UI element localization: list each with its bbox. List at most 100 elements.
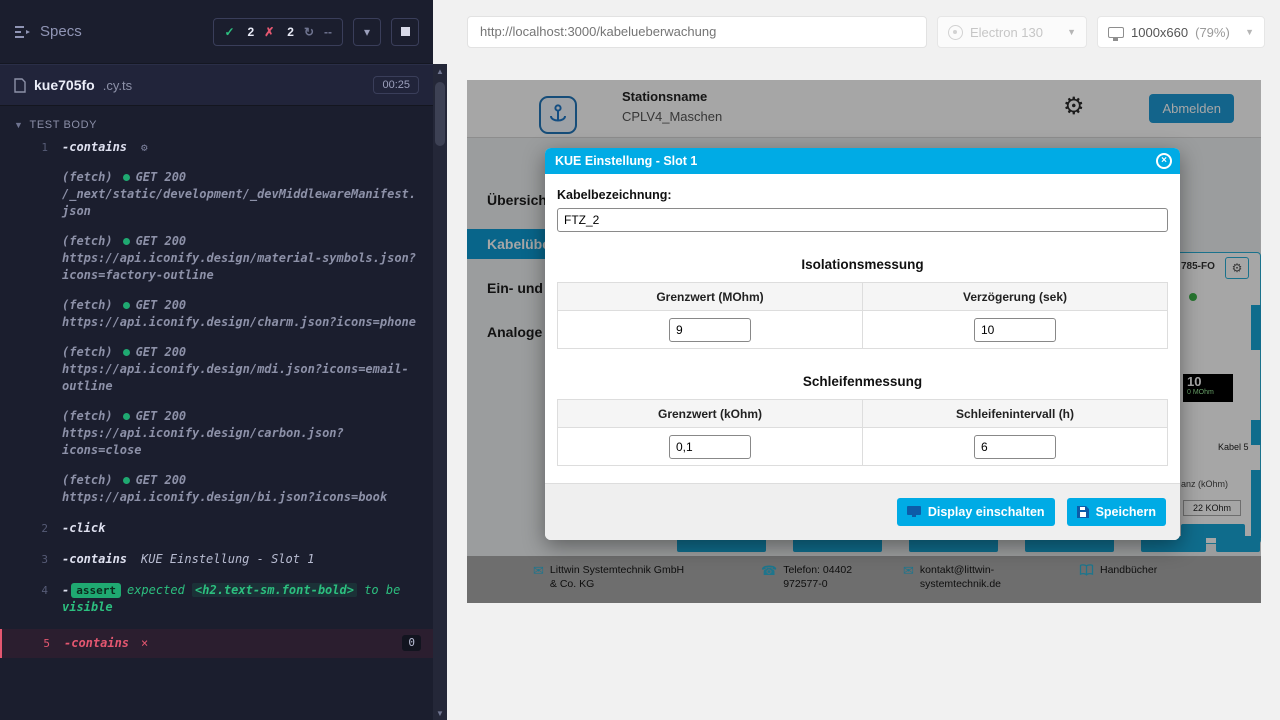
fetch-label: (fetch) xyxy=(62,170,113,184)
command-row-click[interactable]: 2-click xyxy=(0,517,433,540)
test-stats[interactable]: ✓2 ✗2 ↻-- xyxy=(213,18,343,46)
isolation-limit-input[interactable] xyxy=(669,318,751,342)
isolation-delay-input[interactable] xyxy=(974,318,1056,342)
viewport-monitor-icon xyxy=(1108,27,1124,38)
runner-main: http://localhost:3000/kabelueberwachung … xyxy=(447,0,1280,720)
command-number: 4 xyxy=(0,582,48,599)
fetch-status: GET 200 xyxy=(136,170,187,184)
failed-count: 2 xyxy=(287,25,294,39)
command-argument: KUE Einstellung - Slot 1 xyxy=(141,552,314,566)
fetch-label: (fetch) xyxy=(62,409,113,423)
assert-badge: assert xyxy=(71,583,121,598)
fetch-label: (fetch) xyxy=(62,345,113,359)
fetch-url: https://api.iconify.design/carbon.json?i… xyxy=(62,425,418,459)
command-options-gear-icon: ⚙ xyxy=(141,141,148,154)
pending-count: -- xyxy=(324,25,332,39)
kue-settings-modal: KUE Einstellung - Slot 1 × Kabelbezeichn… xyxy=(545,148,1180,540)
fetch-url: https://api.iconify.design/bi.json?icons… xyxy=(62,489,418,506)
screen: Specs ✓2 ✗2 ↻-- ▾ kue705fo .cy.ts 00:25 … xyxy=(0,0,1280,720)
close-icon[interactable]: × xyxy=(1156,153,1172,169)
scroll-down-arrow[interactable]: ▼ xyxy=(433,706,447,720)
floppy-disk-icon xyxy=(1077,506,1089,518)
passed-check-icon: ✓ xyxy=(224,25,234,39)
assert-message: to be xyxy=(364,583,400,597)
fetch-url: https://api.iconify.design/material-symb… xyxy=(62,250,418,284)
command-prefix: - xyxy=(62,583,69,597)
scroll-up-arrow[interactable]: ▲ xyxy=(433,64,447,78)
fetch-row[interactable]: (fetch) GET 200 https://api.iconify.desig… xyxy=(0,294,433,334)
fetch-url: /_next/static/development/_devMiddleware… xyxy=(62,186,418,220)
chevron-down-icon: ▼ xyxy=(1245,27,1254,37)
command-row-contains-failed[interactable]: 5-contains× 0 xyxy=(0,629,433,658)
fetch-url: https://api.iconify.design/charm.json?ic… xyxy=(62,314,418,331)
modal-header: KUE Einstellung - Slot 1 × xyxy=(545,148,1180,174)
assert-target-selector: <h2.text-sm.font-bold> xyxy=(192,583,357,597)
status-dot-icon xyxy=(123,477,130,484)
spec-extension: .cy.ts xyxy=(103,78,132,93)
assert-expectation: visible xyxy=(62,600,113,614)
command-row-contains-3[interactable]: 3-containsKUE Einstellung - Slot 1 xyxy=(0,548,433,571)
status-dot-icon xyxy=(123,302,130,309)
spec-timer: 00:25 xyxy=(373,76,419,94)
modal-title: KUE Einstellung - Slot 1 xyxy=(555,154,697,168)
fetch-row[interactable]: (fetch) GET 200 /_next/static/development… xyxy=(0,166,433,223)
command-row-contains-1[interactable]: 1-contains⚙ xyxy=(0,136,433,159)
cable-name-label: Kabelbezeichnung: xyxy=(557,188,1168,202)
fetch-row[interactable]: (fetch)GET 200 https://api.iconify.desig… xyxy=(0,469,433,509)
failure-x-icon: × xyxy=(141,636,148,650)
specs-list-icon xyxy=(14,25,32,39)
reporter-header: Specs ✓2 ✗2 ↻-- ▾ xyxy=(0,0,433,64)
reporter-scrollbar[interactable]: ▲ ▼ xyxy=(433,64,447,720)
save-button[interactable]: Speichern xyxy=(1067,498,1166,526)
collapse-button[interactable]: ▾ xyxy=(353,18,381,46)
electron-browser-icon xyxy=(948,25,963,40)
command-row-assert[interactable]: 4-assertexpected <h2.text-sm.font-bold> … xyxy=(0,579,433,619)
chevron-down-icon: ▾ xyxy=(364,25,370,39)
isolation-col1-header: Grenzwert (MOhm) xyxy=(558,283,863,311)
fetch-label: (fetch) xyxy=(62,298,113,312)
cable-name-input[interactable] xyxy=(557,208,1168,232)
fetch-row[interactable]: (fetch) GET 200 https://api.iconify.desig… xyxy=(0,341,433,398)
viewport-selector[interactable]: 1000x660 (79%) ▼ xyxy=(1097,16,1265,48)
fetch-status: GET 200 xyxy=(136,345,187,359)
display-on-button[interactable]: Display einschalten xyxy=(897,498,1055,526)
fetch-label: (fetch) xyxy=(62,473,113,487)
stop-run-button[interactable] xyxy=(391,18,419,46)
stop-icon xyxy=(401,27,410,36)
fetch-status: GET 200 xyxy=(136,298,187,312)
pending-refresh-icon: ↻ xyxy=(304,25,314,39)
browser-url-bar: http://localhost:3000/kabelueberwachung … xyxy=(467,16,1265,48)
fetch-status: GET 200 xyxy=(136,234,187,248)
fetch-url: https://api.iconify.design/mdi.json?icon… xyxy=(62,361,418,395)
status-dot-icon xyxy=(123,349,130,356)
loop-table: Grenzwert (kOhm) Schleifenintervall (h) xyxy=(557,399,1168,466)
fetch-row[interactable]: (fetch) GET 200 https://api.iconify.desig… xyxy=(0,230,433,287)
modal-footer: Display einschalten Speichern xyxy=(545,483,1180,540)
failed-x-icon: ✗ xyxy=(264,25,274,39)
test-body-toggle[interactable]: ▼ TEST BODY xyxy=(0,106,433,136)
viewport-size: 1000x660 xyxy=(1131,25,1188,40)
assert-message: expected xyxy=(127,583,185,597)
fetch-row[interactable]: (fetch)GET 200 https://api.iconify.desig… xyxy=(0,405,433,462)
retry-count-badge: 0 xyxy=(402,635,421,651)
viewport-zoom: (79%) xyxy=(1195,25,1230,40)
loop-limit-input[interactable] xyxy=(669,435,751,459)
spec-file-row[interactable]: kue705fo .cy.ts 00:25 xyxy=(0,64,433,106)
isolation-section-title: Isolationsmessung xyxy=(557,257,1168,272)
loop-interval-input[interactable] xyxy=(974,435,1056,459)
fetch-label: (fetch) xyxy=(62,234,113,248)
isolation-table: Grenzwert (MOhm) Verzögerung (sek) xyxy=(557,282,1168,349)
cypress-reporter: Specs ✓2 ✗2 ↻-- ▾ kue705fo .cy.ts 00:25 … xyxy=(0,0,433,720)
scrollbar-thumb[interactable] xyxy=(435,82,445,146)
specs-menu[interactable]: Specs xyxy=(14,23,82,40)
status-dot-icon xyxy=(123,413,130,420)
command-name: -contains xyxy=(62,140,127,154)
isolation-col2-header: Verzögerung (sek) xyxy=(863,283,1168,311)
status-dot-icon xyxy=(123,174,130,181)
loop-col1-header: Grenzwert (kOhm) xyxy=(558,400,863,428)
browser-selector[interactable]: Electron 130 ▼ xyxy=(937,16,1087,48)
specs-label: Specs xyxy=(40,23,82,40)
loop-col2-header: Schleifenintervall (h) xyxy=(863,400,1168,428)
chevron-down-icon: ▼ xyxy=(14,120,24,130)
url-input[interactable]: http://localhost:3000/kabelueberwachung xyxy=(467,16,927,48)
